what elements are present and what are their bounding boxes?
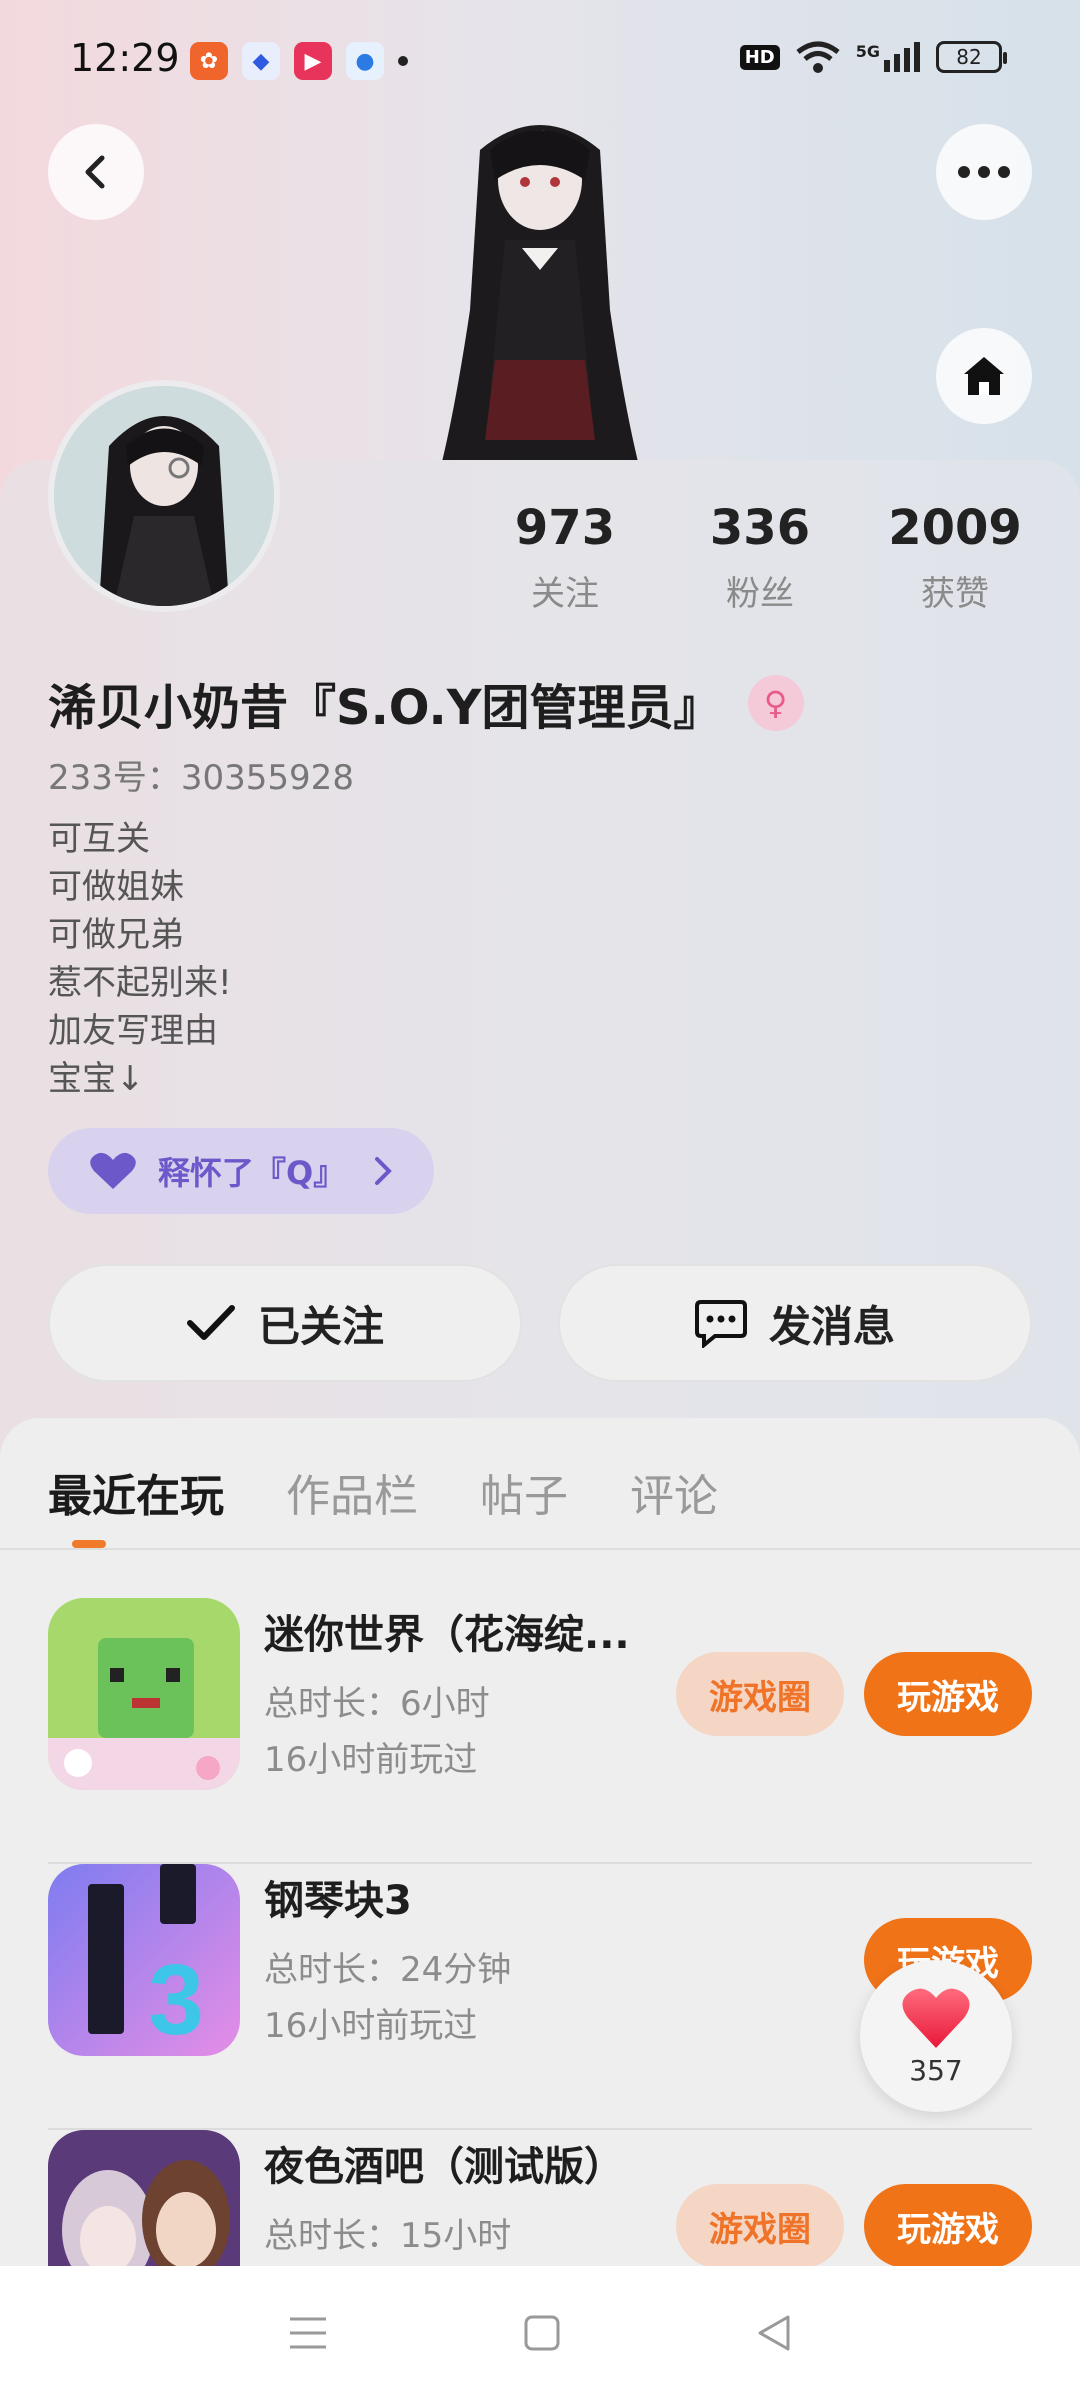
home-icon — [964, 357, 1004, 395]
bio-line: 可做姐妹 — [48, 867, 184, 907]
chevron-right-icon — [375, 1157, 392, 1185]
system-nav-bar — [0, 2266, 1080, 2400]
bio-line: 加友写理由 — [48, 1011, 218, 1051]
profile-tabs: 最近在玩 作品栏 帖子 评论 — [48, 1460, 718, 1524]
like-button[interactable]: 357 — [860, 1960, 1012, 2112]
tab-recently-played[interactable]: 最近在玩 — [48, 1460, 224, 1524]
like-count: 357 — [909, 2053, 963, 2087]
more-dots-icon — [958, 166, 1010, 178]
game-duration: 总时长：6小时 — [264, 1684, 490, 1724]
more-options-button[interactable] — [936, 124, 1032, 220]
game-title: 钢琴块3 — [264, 1878, 412, 1924]
play-game-button[interactable]: 玩游戏 — [864, 2184, 1032, 2268]
heart-icon — [902, 1988, 970, 2048]
stat-label: 获赞 — [921, 574, 989, 614]
banner-avatar-figure — [440, 125, 640, 470]
svg-text:3: 3 — [148, 1944, 204, 2056]
bio: 可互关 可做姐妹 可做兄弟 惹不起别来! 加友写理由 宝宝↓ — [48, 815, 232, 1103]
tab-indicator — [72, 1540, 106, 1548]
game-icon[interactable] — [48, 1598, 240, 1790]
game-circle-button[interactable]: 游戏圈 — [676, 1652, 844, 1736]
game-title: 迷你世界（花海绽... — [264, 1612, 630, 1658]
game-list: 迷你世界（花海绽... 总时长：6小时 16小时前玩过 游戏圈 玩游戏 3 钢琴… — [48, 1598, 1032, 2268]
following-button[interactable]: 已关注 — [48, 1264, 522, 1382]
game-duration: 总时长：24分钟 — [264, 1950, 512, 1990]
play-game-button[interactable]: 玩游戏 — [864, 1652, 1032, 1736]
chevron-left-icon — [85, 155, 105, 189]
back-triangle-icon[interactable] — [756, 2315, 792, 2351]
heart-icon — [90, 1152, 136, 1189]
game-duration: 总时长：15小时 — [264, 2216, 512, 2256]
stat-value: 973 — [514, 500, 616, 556]
check-icon — [186, 1305, 235, 1340]
following-label: 已关注 — [257, 1301, 384, 1351]
stat-label: 粉丝 — [726, 574, 794, 614]
game-last-played: 16小时前玩过 — [264, 2006, 478, 2046]
stat-followers[interactable]: 336 粉丝 — [665, 500, 855, 615]
group-tag-label: 释怀了『Q』 — [158, 1154, 346, 1192]
tab-posts[interactable]: 帖子 — [480, 1460, 568, 1524]
back-button[interactable] — [48, 124, 144, 220]
stat-likes[interactable]: 2009 获赞 — [860, 500, 1050, 615]
nickname: 浠贝小奶昔『S.O.Y团管理员』 — [48, 680, 722, 736]
message-label: 发消息 — [768, 1301, 895, 1351]
avatar[interactable] — [48, 380, 280, 612]
stat-following[interactable]: 973 关注 — [470, 500, 660, 615]
stat-label: 关注 — [531, 574, 599, 614]
game-title: 夜色酒吧（测试版） — [264, 2144, 624, 2190]
female-gender-icon: ♀ — [747, 675, 804, 731]
profile-stats: 973 关注 336 粉丝 2009 获赞 — [470, 500, 1050, 615]
action-row: 已关注 发消息 — [48, 1264, 1032, 1382]
stat-value: 2009 — [888, 500, 1022, 556]
game-icon[interactable] — [48, 2130, 240, 2268]
homepage-button[interactable] — [936, 328, 1032, 424]
game-icon[interactable]: 3 — [48, 1864, 240, 2056]
game-circle-button[interactable]: 游戏圈 — [676, 2184, 844, 2268]
list-item[interactable]: 夜色酒吧（测试版） 总时长：15小时 游戏圈 玩游戏 — [48, 2130, 1032, 2268]
tab-comments[interactable]: 评论 — [630, 1460, 718, 1524]
game-last-played: 16小时前玩过 — [264, 1740, 478, 1780]
nickname-row: 浠贝小奶昔『S.O.Y团管理员』 ♀ — [48, 668, 804, 738]
bio-line: 惹不起别来! — [48, 963, 232, 1003]
home-square-icon[interactable] — [524, 2315, 560, 2351]
message-button[interactable]: 发消息 — [558, 1264, 1032, 1382]
stat-value: 336 — [709, 500, 811, 556]
bio-line: 宝宝↓ — [48, 1059, 145, 1099]
bio-line: 可做兄弟 — [48, 915, 184, 955]
divider — [0, 1548, 1080, 1550]
group-tag[interactable]: 释怀了『Q』 — [48, 1128, 434, 1214]
bio-line: 可互关 — [48, 819, 150, 859]
user-id: 233号：30355928 — [48, 758, 354, 798]
avatar-image — [54, 386, 274, 606]
chat-bubble-icon — [694, 1300, 747, 1348]
list-item[interactable]: 迷你世界（花海绽... 总时长：6小时 16小时前玩过 游戏圈 玩游戏 — [48, 1598, 1032, 1864]
menu-icon[interactable] — [288, 2315, 328, 2351]
content-section: 最近在玩 作品栏 帖子 评论 迷你世界（花海绽... 总时长：6小时 16小时前… — [0, 1418, 1080, 2268]
tab-works[interactable]: 作品栏 — [286, 1460, 418, 1524]
